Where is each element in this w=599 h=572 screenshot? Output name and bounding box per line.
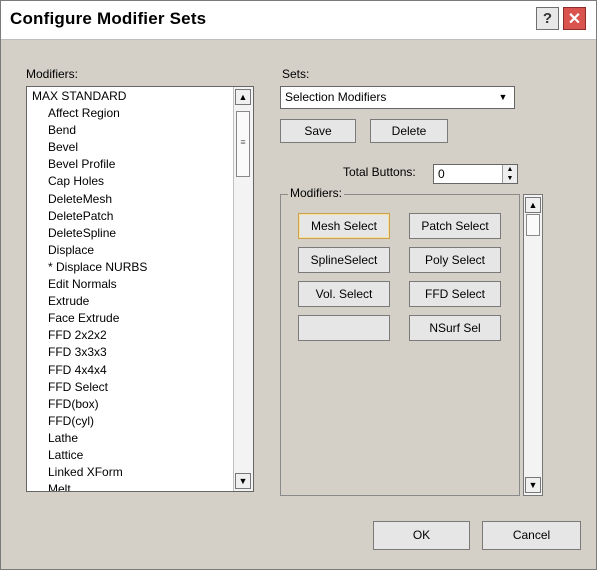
modifier-button-patch-select[interactable]: Patch Select [409, 213, 501, 239]
chevron-down-icon: ▼ [498, 92, 508, 102]
list-item[interactable]: FFD Select [27, 379, 233, 396]
list-item[interactable]: Cap Holes [27, 173, 233, 190]
scroll-up-icon[interactable]: ▲ [525, 197, 541, 213]
help-icon: ? [542, 10, 553, 27]
list-item[interactable]: Bevel [27, 139, 233, 156]
modifier-button-vol-select[interactable]: Vol. Select [298, 281, 390, 307]
modifier-button-poly-select[interactable]: Poly Select [409, 247, 501, 273]
list-category-header[interactable]: MAX STANDARD [27, 88, 233, 105]
sets-dropdown[interactable]: Selection Modifiers ▼ [280, 86, 515, 109]
scroll-down-icon[interactable]: ▼ [235, 473, 251, 489]
list-item[interactable]: FFD(cyl) [27, 413, 233, 430]
total-buttons-label: Total Buttons: [343, 165, 416, 179]
list-item[interactable]: Affect Region [27, 105, 233, 122]
modifiers-list-scrollbar[interactable]: ▲ ≡ ▼ [233, 87, 253, 491]
modifiers-list[interactable]: MAX STANDARD Affect Region Bend Bevel Bevel … [26, 86, 254, 492]
modifiers-group-title: Modifiers: [288, 186, 345, 200]
list-item[interactable]: DeleteMesh [27, 191, 233, 208]
scroll-down-icon[interactable]: ▼ [525, 477, 541, 493]
delete-button[interactable]: Delete [370, 119, 448, 143]
total-buttons-value: 0 [438, 167, 445, 181]
list-item[interactable]: Lathe [27, 430, 233, 447]
configure-modifier-sets-dialog: Configure Modifier Sets ? ✕ Modifiers: M… [0, 0, 597, 570]
list-item[interactable]: DeleteSpline [27, 225, 233, 242]
close-icon: ✕ [567, 10, 582, 28]
list-item[interactable]: FFD 3x3x3 [27, 344, 233, 361]
list-item[interactable]: Linked XForm [27, 464, 233, 481]
list-item[interactable]: Displace [27, 242, 233, 259]
modifiers-label: Modifiers: [26, 67, 79, 81]
save-button[interactable]: Save [280, 119, 356, 143]
sets-dropdown-value: Selection Modifiers [285, 90, 387, 104]
list-item[interactable]: Lattice [27, 447, 233, 464]
list-item[interactable]: FFD 2x2x2 [27, 327, 233, 344]
list-item[interactable]: DeletePatch [27, 208, 233, 225]
modifiers-group-scrollbar[interactable]: ▲ ▼ [523, 194, 543, 496]
list-item[interactable]: * Displace NURBS [27, 259, 233, 276]
scroll-up-icon[interactable]: ▲ [235, 89, 251, 105]
window-title: Configure Modifier Sets [10, 9, 207, 28]
list-item[interactable]: Face Extrude [27, 310, 233, 327]
list-item[interactable]: Edit Normals [27, 276, 233, 293]
list-item[interactable]: Bend [27, 122, 233, 139]
close-button[interactable]: ✕ [563, 7, 586, 30]
total-buttons-spinner[interactable]: 0 ▲ ▼ [433, 164, 518, 184]
title-bar[interactable]: Configure Modifier Sets ? ✕ [1, 1, 596, 40]
help-button[interactable]: ? [536, 7, 559, 30]
cancel-button[interactable]: Cancel [482, 521, 581, 550]
scroll-thumb[interactable] [526, 214, 540, 236]
spinner-arrows-icon[interactable]: ▲ ▼ [502, 165, 517, 183]
scroll-thumb[interactable]: ≡ [236, 111, 250, 177]
ok-button[interactable]: OK [373, 521, 470, 550]
sets-label: Sets: [282, 67, 310, 81]
list-item[interactable]: Extrude [27, 293, 233, 310]
modifier-button-mesh-select[interactable]: Mesh Select [298, 213, 390, 239]
modifiers-group-box [280, 194, 520, 496]
modifiers-list-items: MAX STANDARD Affect Region Bend Bevel Bevel … [27, 88, 233, 491]
list-item[interactable]: Bevel Profile [27, 156, 233, 173]
modifier-button-spline-select[interactable]: SplineSelect [298, 247, 390, 273]
list-item[interactable]: Melt [27, 481, 233, 491]
modifier-button-nsurf-sel[interactable]: NSurf Sel [409, 315, 501, 341]
modifier-button-ffd-select[interactable]: FFD Select [409, 281, 501, 307]
modifier-button-empty[interactable] [298, 315, 390, 341]
list-item[interactable]: FFD 4x4x4 [27, 362, 233, 379]
list-item[interactable]: FFD(box) [27, 396, 233, 413]
